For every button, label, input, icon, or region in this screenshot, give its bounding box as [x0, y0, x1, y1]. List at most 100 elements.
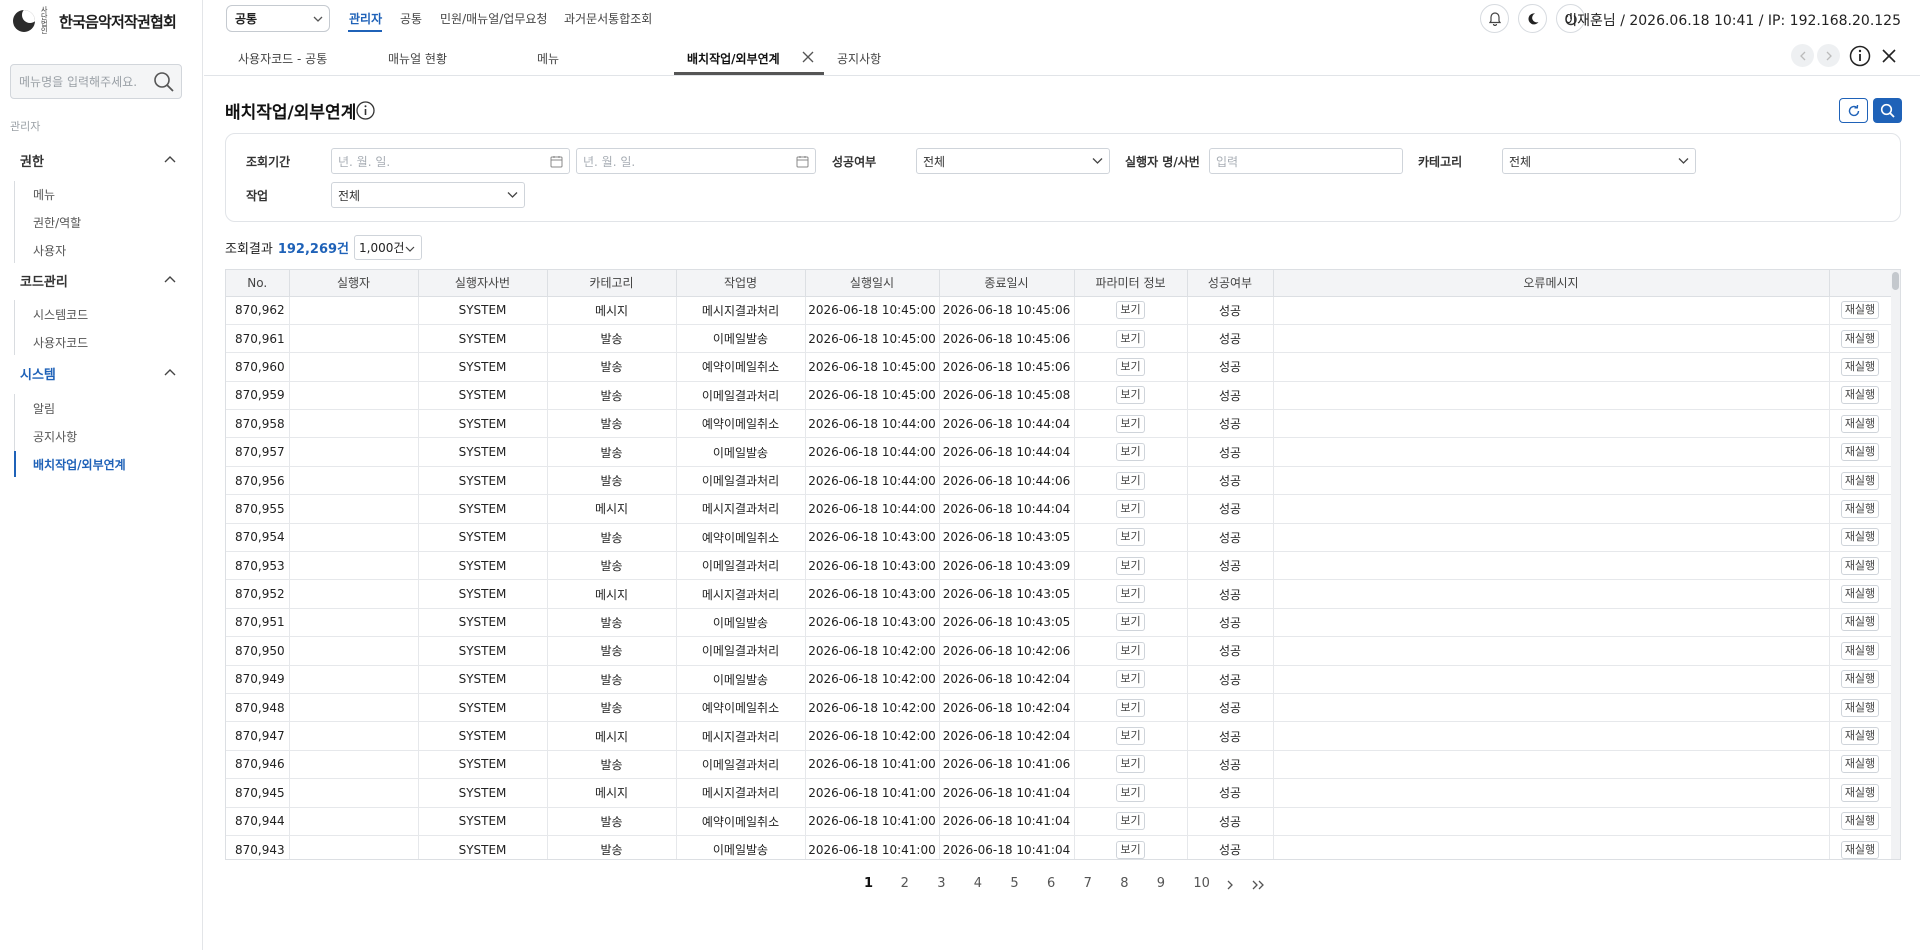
next-page-icon[interactable] [1226, 879, 1234, 891]
view-params-button[interactable]: 보기 [1116, 471, 1145, 490]
page-size-select[interactable]: 1,000건 [354, 235, 423, 260]
table-row[interactable]: 870,962 SYSTEM 메시지 메시지결과처리 2026-06-18 10:45:… [226, 296, 1892, 325]
page-number[interactable]: 10 [1193, 876, 1210, 891]
view-params-button[interactable]: 보기 [1116, 840, 1145, 859]
page-number[interactable]: 2 [901, 876, 909, 891]
rerun-button[interactable]: 재실행 [1840, 386, 1880, 405]
page-number[interactable]: 7 [1084, 876, 1092, 891]
table-row[interactable]: 870,960 SYSTEM 발송 예약이메일취소 2026-06-18 10:45:0… [226, 352, 1892, 382]
table-row[interactable]: 870,954 SYSTEM 발송 예약이메일취소 2026-06-18 10:43:0… [226, 523, 1892, 553]
table-row[interactable]: 870,945 SYSTEM 메시지 메시지결과처리 2026-06-18 10:41:… [226, 778, 1892, 808]
view-params-button[interactable]: 보기 [1116, 670, 1145, 689]
reset-button[interactable] [1839, 98, 1868, 123]
page-number[interactable]: 1 [864, 876, 873, 891]
rerun-button[interactable]: 재실행 [1840, 783, 1880, 802]
page-number[interactable]: 6 [1047, 876, 1055, 891]
table-row[interactable]: 870,950 SYSTEM 발송 이메일결과처리 2026-06-18 10:42:0… [226, 636, 1892, 666]
search-button[interactable] [1873, 98, 1902, 123]
col-end[interactable]: 종료일시 [939, 270, 1075, 297]
view-params-button[interactable]: 보기 [1116, 357, 1145, 376]
rerun-button[interactable]: 재실행 [1840, 301, 1880, 320]
sidebar-group-code[interactable]: 코드관리 [20, 270, 176, 290]
view-params-button[interactable]: 보기 [1116, 783, 1145, 802]
col-params[interactable]: 파라미터 정보 [1074, 270, 1188, 297]
tab-batch[interactable]: 배치작업/외부연계 [687, 50, 780, 67]
table-row[interactable]: 870,952 SYSTEM 메시지 메시지결과처리 2026-06-18 10:43:… [226, 579, 1892, 609]
rerun-button[interactable]: 재실행 [1840, 840, 1880, 859]
job-select[interactable]: 전체 [331, 182, 525, 208]
table-row[interactable]: 870,948 SYSTEM 발송 예약이메일취소 2026-06-18 10:42:0… [226, 693, 1892, 723]
table-row[interactable]: 870,956 SYSTEM 발송 이메일결과처리 2026-06-18 10:44:0… [226, 466, 1892, 496]
sidebar-group-system[interactable]: 시스템 [20, 363, 176, 383]
sidebar-item-system-code[interactable]: 시스템코드 [33, 306, 88, 323]
rerun-button[interactable]: 재실행 [1840, 556, 1880, 575]
executor-input[interactable]: 입력 [1209, 148, 1403, 174]
rerun-button[interactable]: 재실행 [1840, 329, 1880, 348]
rerun-button[interactable]: 재실행 [1840, 528, 1880, 547]
table-row[interactable]: 870,955 SYSTEM 메시지 메시지결과처리 2026-06-18 10:44:… [226, 494, 1892, 524]
search-icon[interactable] [153, 71, 175, 93]
col-error[interactable]: 오류메시지 [1273, 270, 1830, 297]
view-params-button[interactable]: 보기 [1116, 812, 1145, 831]
page-number[interactable]: 9 [1157, 876, 1165, 891]
view-params-button[interactable]: 보기 [1116, 414, 1145, 433]
tab-manual-status[interactable]: 매뉴얼 현황 [388, 50, 447, 67]
rerun-button[interactable]: 재실행 [1840, 499, 1880, 518]
close-all-tabs-button[interactable] [1877, 44, 1900, 67]
topnav-archive[interactable]: 과거문서통합조회 [564, 10, 652, 27]
dark-mode-button[interactable] [1518, 4, 1547, 33]
success-select[interactable]: 전체 [916, 148, 1110, 174]
view-params-button[interactable]: 보기 [1116, 301, 1145, 320]
rerun-button[interactable]: 재실행 [1840, 641, 1880, 660]
tab-menu[interactable]: 메뉴 [537, 50, 559, 67]
rerun-button[interactable]: 재실행 [1840, 357, 1880, 376]
rerun-button[interactable]: 재실행 [1840, 698, 1880, 717]
table-row[interactable]: 870,958 SYSTEM 발송 예약이메일취소 2026-06-18 10:44:0… [226, 409, 1892, 439]
calendar-icon[interactable] [550, 155, 563, 168]
view-params-button[interactable]: 보기 [1116, 585, 1145, 604]
sidebar-item-batch[interactable]: 배치작업/외부연계 [33, 456, 126, 473]
date-from-input[interactable]: 년. 월. 일. [331, 148, 570, 174]
rerun-button[interactable]: 재실행 [1840, 812, 1880, 831]
calendar-icon[interactable] [796, 155, 809, 168]
table-row[interactable]: 870,946 SYSTEM 발송 이메일결과처리 2026-06-18 10:41:0… [226, 750, 1892, 780]
rerun-button[interactable]: 재실행 [1840, 443, 1880, 462]
view-params-button[interactable]: 보기 [1116, 386, 1145, 405]
table-row[interactable]: 870,951 SYSTEM 발송 이메일발송 2026-06-18 10:43:00 2… [226, 608, 1892, 638]
view-params-button[interactable]: 보기 [1116, 641, 1145, 660]
tab-user-code[interactable]: 사용자코드 - 공통 [238, 50, 327, 67]
sidebar-item-notice[interactable]: 공지사항 [33, 428, 77, 445]
view-params-button[interactable]: 보기 [1116, 727, 1145, 746]
view-params-button[interactable]: 보기 [1116, 528, 1145, 547]
tab-notice[interactable]: 공지사항 [837, 50, 881, 67]
table-row[interactable]: 870,943 SYSTEM 발송 이메일발송 2026-06-18 10:41:00 2… [226, 835, 1892, 859]
view-params-button[interactable]: 보기 [1116, 499, 1145, 518]
rerun-button[interactable]: 재실행 [1840, 670, 1880, 689]
col-result[interactable]: 성공여부 [1187, 270, 1274, 297]
col-emp-no[interactable]: 실행자사번 [418, 270, 548, 297]
col-start[interactable]: 실행일시 [805, 270, 940, 297]
view-params-button[interactable]: 보기 [1116, 443, 1145, 462]
table-row[interactable]: 870,953 SYSTEM 발송 이메일결과처리 2026-06-18 10:43:0… [226, 551, 1892, 581]
topnav-civil[interactable]: 민원/매뉴얼/업무요청 [440, 10, 547, 27]
sidebar-item-alarm[interactable]: 알림 [33, 400, 55, 417]
last-page-icon[interactable] [1251, 879, 1265, 891]
table-row[interactable]: 870,944 SYSTEM 발송 예약이메일취소 2026-06-18 10:41:0… [226, 807, 1892, 836]
page-number[interactable]: 8 [1120, 876, 1128, 891]
scroll-thumb[interactable] [1892, 272, 1899, 290]
sidebar-item-menu[interactable]: 메뉴 [33, 186, 55, 203]
rerun-button[interactable]: 재실행 [1840, 471, 1880, 490]
sidebar-item-user-code[interactable]: 사용자코드 [33, 334, 88, 351]
sidebar-group-auth[interactable]: 권한 [20, 150, 176, 170]
table-scrollbar[interactable] [1891, 270, 1900, 859]
rerun-button[interactable]: 재실행 [1840, 414, 1880, 433]
page-number[interactable]: 4 [974, 876, 982, 891]
table-row[interactable]: 870,949 SYSTEM 발송 이메일발송 2026-06-18 10:42:00 2… [226, 665, 1892, 694]
table-row[interactable]: 870,947 SYSTEM 메시지 메시지결과처리 2026-06-18 10:42:… [226, 721, 1892, 751]
col-job[interactable]: 작업명 [676, 270, 806, 297]
view-params-button[interactable]: 보기 [1116, 755, 1145, 774]
col-no[interactable]: No. [226, 270, 290, 297]
page-number[interactable]: 5 [1010, 876, 1018, 891]
category-select[interactable]: 전체 [1502, 148, 1696, 174]
sidebar-item-auth-role[interactable]: 권한/역할 [33, 214, 81, 231]
